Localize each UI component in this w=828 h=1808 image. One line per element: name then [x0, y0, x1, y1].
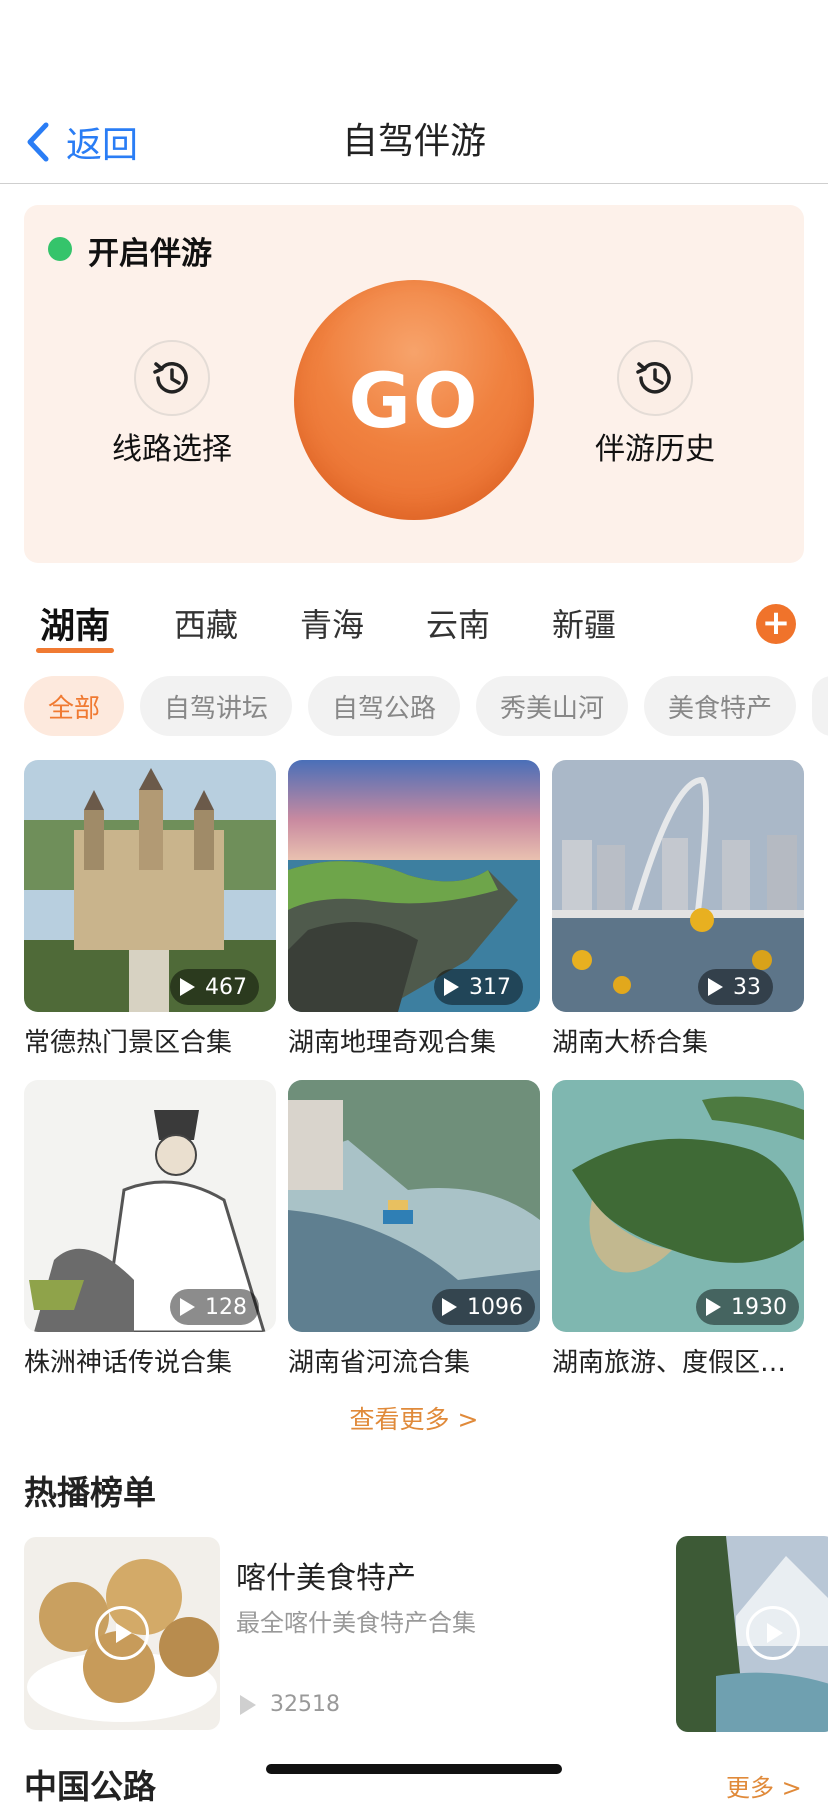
collection-title[interactable]: 湖南大桥合集 [552, 1022, 804, 1059]
play-icon [442, 1298, 457, 1316]
history-icon [153, 362, 188, 394]
home-indicator[interactable] [266, 1764, 562, 1774]
tab-qinghai[interactable]: 青海 [300, 600, 364, 646]
page-title: 自驾伴游 [341, 121, 486, 162]
tab-yunnan[interactable]: 云南 [426, 600, 490, 646]
header-divider [0, 183, 828, 184]
collection-title[interactable]: 湖南地理奇观合集 [288, 1022, 540, 1059]
chip-forum[interactable]: 自驾讲坛 [140, 676, 292, 736]
play-count-badge: 1096 [432, 1289, 535, 1325]
hot-item-play-count: 32518 [240, 1692, 340, 1717]
play-count-badge: 128 [170, 1289, 259, 1325]
play-count-badge: 317 [434, 969, 523, 1005]
history-label[interactable]: 伴游历史 [555, 424, 755, 468]
collection-title[interactable]: 湖南旅游、度假区… [552, 1342, 804, 1379]
play-icon [180, 978, 195, 996]
tab-xinjiang[interactable]: 新疆 [552, 600, 616, 646]
chip-scenery[interactable]: 秀美山河 [476, 676, 628, 736]
chip-food[interactable]: 美食特产 [644, 676, 796, 736]
route-select-label[interactable]: 线路选择 [72, 424, 272, 468]
play-icon [706, 1298, 721, 1316]
play-count-badge: 33 [698, 969, 773, 1005]
play-icon [180, 1298, 195, 1316]
status-dot [48, 237, 72, 261]
hot-item-title[interactable]: 喀什美食特产 [236, 1553, 416, 1597]
route-select-button[interactable] [134, 340, 210, 416]
go-button[interactable]: GO [294, 280, 534, 520]
active-tab-indicator [36, 648, 114, 653]
play-icon [444, 978, 459, 996]
collection-title[interactable]: 常德热门景区合集 [24, 1022, 276, 1059]
history-button[interactable] [617, 340, 693, 416]
tab-tibet[interactable]: 西藏 [174, 600, 238, 646]
highway-more-link[interactable]: 更多 > [726, 1768, 802, 1803]
view-more-link[interactable]: 查看更多 > [0, 1400, 828, 1436]
collection-title[interactable]: 株洲神话传说合集 [24, 1342, 276, 1379]
highway-section-title: 中国公路 [24, 1767, 156, 1806]
play-count-badge: 467 [170, 969, 259, 1005]
play-circle-icon[interactable] [746, 1606, 800, 1660]
hot-list-title: 热播榜单 [24, 1473, 156, 1512]
hot-item-subtitle: 最全喀什美食特产合集 [236, 1609, 476, 1637]
chip-more[interactable] [812, 676, 828, 736]
start-companion-label: 开启伴游 [88, 236, 212, 272]
chip-all[interactable]: 全部 [24, 676, 124, 736]
history-icon [636, 362, 671, 394]
collection-title[interactable]: 湖南省河流合集 [288, 1342, 540, 1379]
add-province-button[interactable]: + [756, 604, 796, 644]
chip-roads[interactable]: 自驾公路 [308, 676, 460, 736]
tab-hunan[interactable]: 湖南 [40, 598, 110, 649]
play-icon [240, 1694, 256, 1715]
play-circle-icon[interactable] [95, 1606, 149, 1660]
play-icon [708, 978, 723, 996]
play-count-badge: 1930 [696, 1289, 799, 1325]
